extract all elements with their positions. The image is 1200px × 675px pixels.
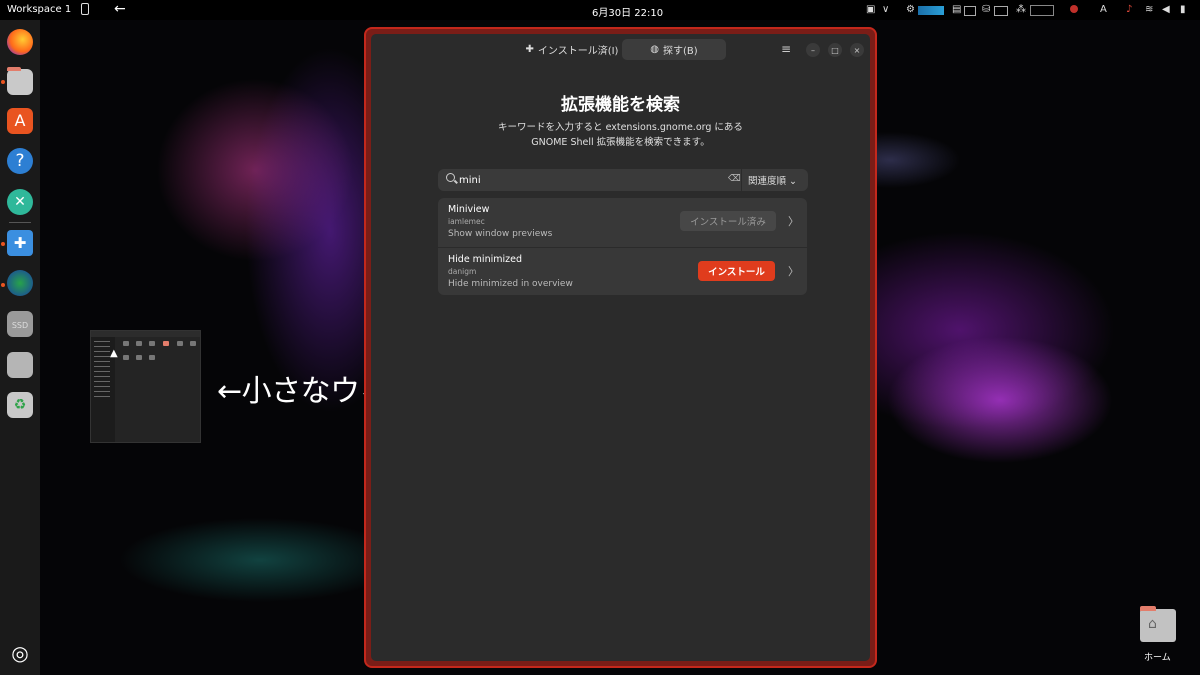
- home-folder-icon[interactable]: ⌂: [1140, 606, 1176, 642]
- back-arrow-icon[interactable]: ←: [114, 1, 126, 17]
- minimize-icon[interactable]: –: [806, 43, 820, 57]
- globe-icon: ◍: [650, 44, 660, 55]
- globe-icon[interactable]: [7, 270, 33, 296]
- screenshot-icon[interactable]: ▣: [866, 4, 875, 15]
- ssd-label: SSD: [11, 321, 29, 330]
- search-bar: ⌫ 関連度順 ⌄: [438, 169, 808, 191]
- chevron-right-icon[interactable]: 〉: [788, 213, 799, 229]
- extension-name: Hide minimized: [448, 254, 522, 265]
- microphone-icon[interactable]: ♪: [1126, 4, 1132, 15]
- tab-installed[interactable]: ✚ インストール済(I): [521, 39, 623, 60]
- tab-explore[interactable]: ◍ 探す(B): [622, 39, 726, 60]
- window-preview-thumbnail[interactable]: ▲: [90, 330, 201, 443]
- workspace-indicator[interactable]: Workspace 1: [7, 4, 71, 15]
- trash-icon[interactable]: ♻: [7, 392, 33, 418]
- dock-separator: [9, 222, 31, 223]
- extension-name: Miniview: [448, 204, 490, 215]
- memory-icon[interactable]: ▤: [952, 4, 961, 15]
- running-indicator: [1, 80, 5, 84]
- memory-graph[interactable]: [964, 6, 976, 16]
- search-icon: [446, 173, 455, 182]
- chevron-down-icon[interactable]: ∨: [882, 4, 889, 15]
- install-button[interactable]: インストール: [698, 261, 775, 281]
- firefox-icon[interactable]: [7, 29, 33, 55]
- description-line-2: GNOME Shell 拡張機能を検索できます。: [531, 137, 710, 148]
- sort-dropdown[interactable]: 関連度順 ⌄: [748, 173, 797, 187]
- clock[interactable]: 6月30日 22:10: [592, 4, 663, 19]
- app-center-icon[interactable]: A: [7, 108, 33, 134]
- network-graph[interactable]: [1030, 5, 1054, 16]
- page-description: キーワードを入力すると extensions.gnome.org にある GNO…: [371, 120, 870, 150]
- maximize-icon[interactable]: □: [828, 43, 842, 57]
- extension-manager-window: ✚ インストール済(I) ◍ 探す(B) ≡ – □ × 拡張機能を検索 キーワ…: [364, 27, 877, 668]
- list-item[interactable]: Miniview iamlemec Show window previews イ…: [438, 198, 807, 246]
- cpu-graph[interactable]: [918, 6, 944, 15]
- mouse-pointer-icon: ▲: [110, 348, 118, 359]
- chevron-right-icon[interactable]: 〉: [788, 263, 799, 279]
- ssd-icon[interactable]: SSD: [7, 311, 33, 337]
- sort-label: 関連度順: [748, 176, 787, 187]
- volume-icon[interactable]: ◀: [1162, 4, 1170, 15]
- record-indicator-icon[interactable]: [1070, 5, 1078, 13]
- divider: [741, 169, 742, 191]
- wifi-icon[interactable]: ≋: [1145, 4, 1153, 15]
- tab-installed-label: インストール済(I): [537, 46, 619, 57]
- extension-summary: Hide minimized in overview: [448, 279, 573, 289]
- results-list: Miniview iamlemec Show window previews イ…: [438, 198, 807, 295]
- running-indicator: [1, 283, 5, 287]
- window-list-icon[interactable]: [81, 3, 89, 15]
- dock: A ? ✕ ✚ SSD ♻ ◎: [0, 20, 40, 675]
- window-content: ✚ インストール済(I) ◍ 探す(B) ≡ – □ × 拡張機能を検索 キーワ…: [371, 34, 870, 661]
- top-bar: Workspace 1 ← 6月30日 22:10 ▣ ∨ ⚙ ▤ ⛁ ⁂ A …: [0, 0, 1200, 20]
- sd-card-icon[interactable]: [7, 352, 33, 378]
- help-icon[interactable]: ?: [7, 148, 33, 174]
- remote-desktop-icon[interactable]: ✕: [7, 189, 33, 215]
- house-icon: ⌂: [1148, 616, 1157, 632]
- header-bar: ✚ インストール済(I) ◍ 探す(B) ≡ – □ ×: [371, 34, 870, 66]
- disk-graph[interactable]: [994, 6, 1008, 16]
- puzzle-icon: ✚: [525, 44, 534, 55]
- list-item[interactable]: Hide minimized danigm Hide minimized in …: [438, 247, 807, 296]
- puzzle-icon[interactable]: ✚: [7, 230, 33, 256]
- installed-button: インストール済み: [680, 211, 776, 231]
- cpu-icon[interactable]: ⚙: [906, 4, 915, 15]
- disk-icon[interactable]: ⛁: [982, 4, 990, 15]
- running-indicator: [1, 242, 5, 246]
- home-folder-label: ホーム: [1144, 653, 1171, 663]
- page-title: 拡張機能を検索: [561, 95, 680, 115]
- ubuntu-logo-icon[interactable]: ◎: [7, 640, 33, 666]
- chevron-down-icon: ⌄: [789, 176, 798, 187]
- tab-explore-label: 探す(B): [663, 46, 698, 57]
- close-icon[interactable]: ×: [850, 43, 864, 57]
- network-icon[interactable]: ⁂: [1016, 4, 1026, 15]
- description-line-1: キーワードを入力すると extensions.gnome.org にある: [498, 122, 743, 133]
- hamburger-icon[interactable]: ≡: [781, 42, 791, 56]
- extension-author: iamlemec: [448, 217, 485, 226]
- files-icon[interactable]: [7, 67, 33, 95]
- input-source[interactable]: A: [1100, 4, 1107, 15]
- extension-author: danigm: [448, 267, 477, 276]
- battery-icon[interactable]: ▮: [1180, 4, 1186, 15]
- clear-search-icon[interactable]: ⌫: [728, 174, 741, 184]
- search-input[interactable]: [459, 172, 719, 188]
- extension-summary: Show window previews: [448, 229, 553, 239]
- system-tray: ▣ ∨ ⚙ ▤ ⛁ ⁂ A ♪ ≋ ◀ ▮: [860, 0, 1200, 20]
